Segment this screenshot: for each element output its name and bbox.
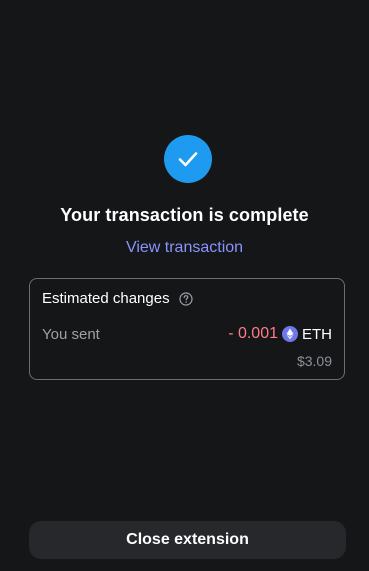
view-transaction-link[interactable]: View transaction [0,239,369,257]
estimated-changes-card: Estimated changes You sent - 0.001 ETH $… [29,278,345,380]
checkmark-icon [164,135,212,183]
estimated-changes-title: Estimated changes [42,290,170,307]
estimated-changes-header: Estimated changes [42,290,193,307]
token-symbol: ETH [302,325,332,343]
question-circle-icon[interactable] [178,291,193,306]
sent-amount-row: - 0.001 ETH [228,325,332,343]
transaction-complete-screen: Your transaction is complete View transa… [0,0,369,571]
fiat-value: $3.09 [296,353,332,369]
sent-amount: - 0.001 [228,325,278,342]
close-extension-button[interactable]: Close extension [29,521,346,559]
you-sent-label: You sent [42,326,100,343]
page-title: Your transaction is complete [60,205,309,225]
eth-icon [282,326,298,342]
